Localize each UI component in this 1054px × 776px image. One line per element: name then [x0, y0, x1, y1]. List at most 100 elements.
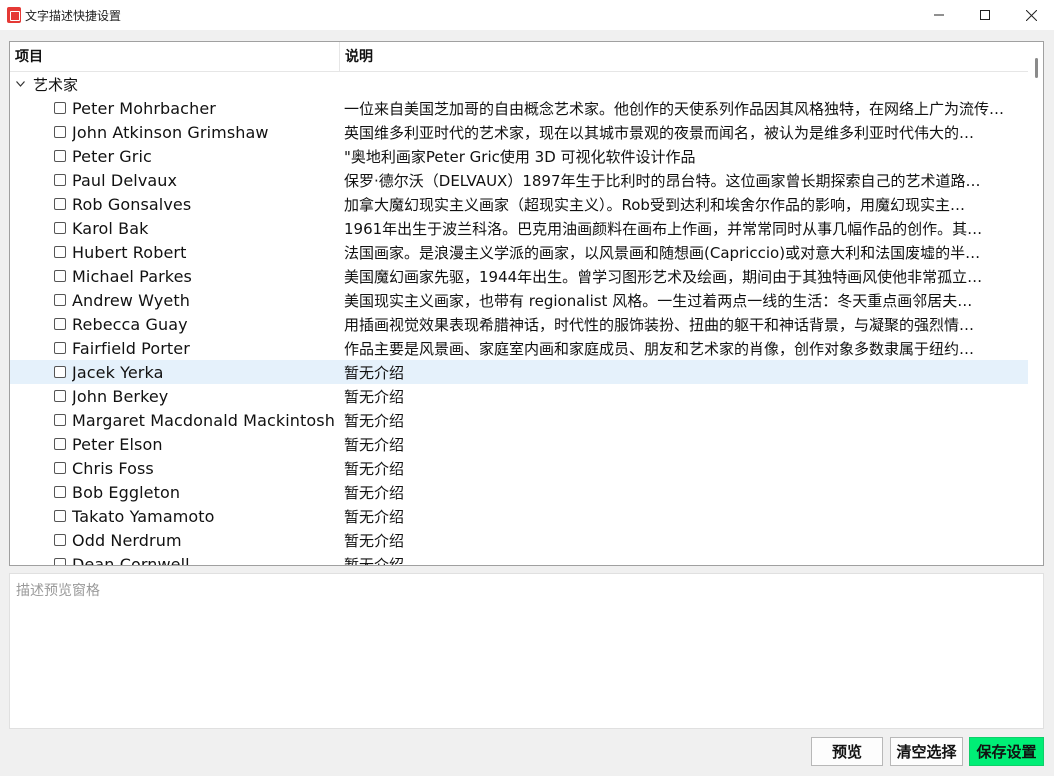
window-controls	[916, 0, 1054, 30]
artist-name: Fairfield Porter	[72, 338, 190, 358]
row-checkbox[interactable]	[54, 198, 66, 210]
artist-name: Hubert Robert	[72, 242, 187, 262]
column-header-description[interactable]: 说明	[340, 42, 373, 71]
vertical-scrollbar[interactable]	[1028, 42, 1043, 565]
tree-row[interactable]: Takato Yamamoto 暂无介绍	[10, 504, 1028, 528]
row-checkbox[interactable]	[54, 342, 66, 354]
tree-row[interactable]: Fairfield Porter 作品主要是风景画、家庭室内画和家庭成员、朋友和艺…	[10, 336, 1028, 360]
tree-row[interactable]: John Berkey 暂无介绍	[10, 384, 1028, 408]
tree-row[interactable]: Bob Eggleton 暂无介绍	[10, 480, 1028, 504]
tree-row[interactable]: Rebecca Guay 用插画视觉效果表现希腊神话，时代性的服饰装扮、扭曲的躯干…	[10, 312, 1028, 336]
column-header-item[interactable]: 项目	[10, 42, 340, 71]
scrollbar-thumb[interactable]	[1035, 58, 1038, 78]
maximize-icon	[980, 10, 990, 20]
row-checkbox[interactable]	[54, 366, 66, 378]
artist-tree-view[interactable]: 项目 说明 艺术家 Peter Mohrbacher 一位来自美国芝加哥的自由概念…	[9, 41, 1044, 566]
minimize-button[interactable]	[916, 0, 962, 30]
row-checkbox[interactable]	[54, 486, 66, 498]
tree-row[interactable]: Dean Cornwell 暂无介绍	[10, 552, 1028, 566]
tree-row[interactable]: Odd Nerdrum 暂无介绍	[10, 528, 1028, 552]
app-icon	[7, 7, 21, 23]
tree-row[interactable]: Chris Foss 暂无介绍	[10, 456, 1028, 480]
tree-row[interactable]: Andrew Wyeth 美国现实主义画家，也带有 regionalist 风格。…	[10, 288, 1028, 312]
artist-name: Chris Foss	[72, 458, 154, 478]
artist-name: Andrew Wyeth	[72, 290, 190, 310]
tree-row[interactable]: Hubert Robert 法国画家。是浪漫主义学派的画家，以风景画和随想画(Ca…	[10, 240, 1028, 264]
row-checkbox[interactable]	[54, 222, 66, 234]
artist-name: Margaret Macdonald Mackintosh	[72, 410, 335, 430]
minimize-icon	[934, 14, 944, 16]
tree-group-artists[interactable]: 艺术家	[10, 72, 1028, 96]
artist-description: "奥地利画家Peter Gric使用 3D 可视化软件设计作品	[344, 147, 696, 166]
artist-name: Dean Cornwell	[72, 554, 190, 566]
artist-description: 1961年出生于波兰科洛。巴克用油画颜料在画布上作画，并常常同时从事几幅作品的创…	[344, 219, 983, 238]
row-checkbox[interactable]	[54, 414, 66, 426]
artist-name: Michael Parkes	[72, 266, 192, 286]
artist-description: 英国维多利亚时代的艺术家，现在以其城市景观的夜景而闻名，被认为是维多利亚时代伟大…	[344, 123, 975, 142]
artist-name: Bob Eggleton	[72, 482, 181, 502]
artist-name: Peter Mohrbacher	[72, 98, 216, 118]
row-checkbox[interactable]	[54, 174, 66, 186]
row-checkbox[interactable]	[54, 390, 66, 402]
chevron-down-icon[interactable]	[14, 81, 26, 87]
row-checkbox[interactable]	[54, 294, 66, 306]
row-checkbox[interactable]	[54, 510, 66, 522]
artist-name: Odd Nerdrum	[72, 530, 182, 550]
artist-description: 暂无介绍	[344, 483, 405, 502]
tree-row[interactable]: Jacek Yerka 暂无介绍	[10, 360, 1028, 384]
artist-name: Peter Elson	[72, 434, 163, 454]
artist-name: Jacek Yerka	[72, 362, 164, 382]
artist-description: 暂无介绍	[344, 555, 405, 566]
artist-name: Rebecca Guay	[72, 314, 188, 334]
tree-group-label: 艺术家	[33, 75, 79, 94]
artist-name: Rob Gonsalves	[72, 194, 192, 214]
row-checkbox[interactable]	[54, 438, 66, 450]
artist-description: 暂无介绍	[344, 363, 405, 382]
artist-name: Paul Delvaux	[72, 170, 178, 190]
maximize-button[interactable]	[962, 0, 1008, 30]
row-checkbox[interactable]	[54, 534, 66, 546]
tree-row[interactable]: John Atkinson Grimshaw 英国维多利亚时代的艺术家，现在以其城…	[10, 120, 1028, 144]
artist-description: 暂无介绍	[344, 459, 405, 478]
close-button[interactable]	[1008, 0, 1054, 30]
artist-description: 加拿大魔幻现实主义画家（超现实主义）。Rob受到达利和埃舍尔作品的影响，用魔幻现…	[344, 195, 965, 214]
title-bar: 文字描述快捷设置	[0, 0, 1054, 30]
tree-row[interactable]: Rob Gonsalves 加拿大魔幻现实主义画家（超现实主义）。Rob受到达利和…	[10, 192, 1028, 216]
tree-row[interactable]: Peter Gric "奥地利画家Peter Gric使用 3D 可视化软件设计作…	[10, 144, 1028, 168]
artist-description: 暂无介绍	[344, 531, 405, 550]
preview-placeholder: 描述预览窗格	[16, 583, 100, 599]
row-checkbox[interactable]	[54, 246, 66, 258]
tree-rows: 艺术家 Peter Mohrbacher 一位来自美国芝加哥的自由概念艺术家。他创…	[10, 72, 1028, 566]
row-checkbox[interactable]	[54, 558, 66, 565]
artist-description: 一位来自美国芝加哥的自由概念艺术家。他创作的天使系列作品因其风格独特，在网络上广…	[344, 99, 1005, 118]
artist-name: John Berkey	[72, 386, 169, 406]
artist-description: 用插画视觉效果表现希腊神话，时代性的服饰装扮、扭曲的躯干和神话背景，与凝聚的强烈…	[344, 315, 975, 334]
description-preview-pane[interactable]: 描述预览窗格	[9, 573, 1044, 729]
artist-description: 暂无介绍	[344, 387, 405, 406]
clear-selection-button[interactable]: 清空选择	[890, 737, 963, 766]
window-title: 文字描述快捷设置	[25, 8, 122, 23]
tree-row[interactable]: Margaret Macdonald Mackintosh 暂无介绍	[10, 408, 1028, 432]
row-checkbox[interactable]	[54, 126, 66, 138]
preview-button[interactable]: 预览	[811, 737, 883, 766]
tree-row[interactable]: Karol Bak 1961年出生于波兰科洛。巴克用油画颜料在画布上作画，并常常同…	[10, 216, 1028, 240]
artist-name: John Atkinson Grimshaw	[72, 122, 269, 142]
row-checkbox[interactable]	[54, 150, 66, 162]
tree-row[interactable]: Peter Elson 暂无介绍	[10, 432, 1028, 456]
tree-header: 项目 说明	[10, 42, 1043, 72]
artist-name: Peter Gric	[72, 146, 152, 166]
artist-name: Karol Bak	[72, 218, 149, 238]
close-icon	[1025, 9, 1037, 21]
tree-row[interactable]: Michael Parkes 美国魔幻画家先驱，1944年出生。曾学习图形艺术及绘…	[10, 264, 1028, 288]
artist-description: 暂无介绍	[344, 435, 405, 454]
row-checkbox[interactable]	[54, 102, 66, 114]
row-checkbox[interactable]	[54, 318, 66, 330]
artist-description: 法国画家。是浪漫主义学派的画家，以风景画和随想画(Capriccio)或对意大利…	[344, 243, 981, 262]
artist-description: 保罗·德尔沃（DELVAUX）1897年生于比利时的昂台特。这位画家曾长期探索自…	[344, 171, 981, 190]
artist-description: 美国现实主义画家，也带有 regionalist 风格。一生过着两点一线的生活：…	[344, 291, 973, 310]
row-checkbox[interactable]	[54, 462, 66, 474]
row-checkbox[interactable]	[54, 270, 66, 282]
tree-row[interactable]: Paul Delvaux 保罗·德尔沃（DELVAUX）1897年生于比利时的昂台…	[10, 168, 1028, 192]
tree-row[interactable]: Peter Mohrbacher 一位来自美国芝加哥的自由概念艺术家。他创作的天使…	[10, 96, 1028, 120]
save-settings-button[interactable]: 保存设置	[969, 737, 1044, 766]
